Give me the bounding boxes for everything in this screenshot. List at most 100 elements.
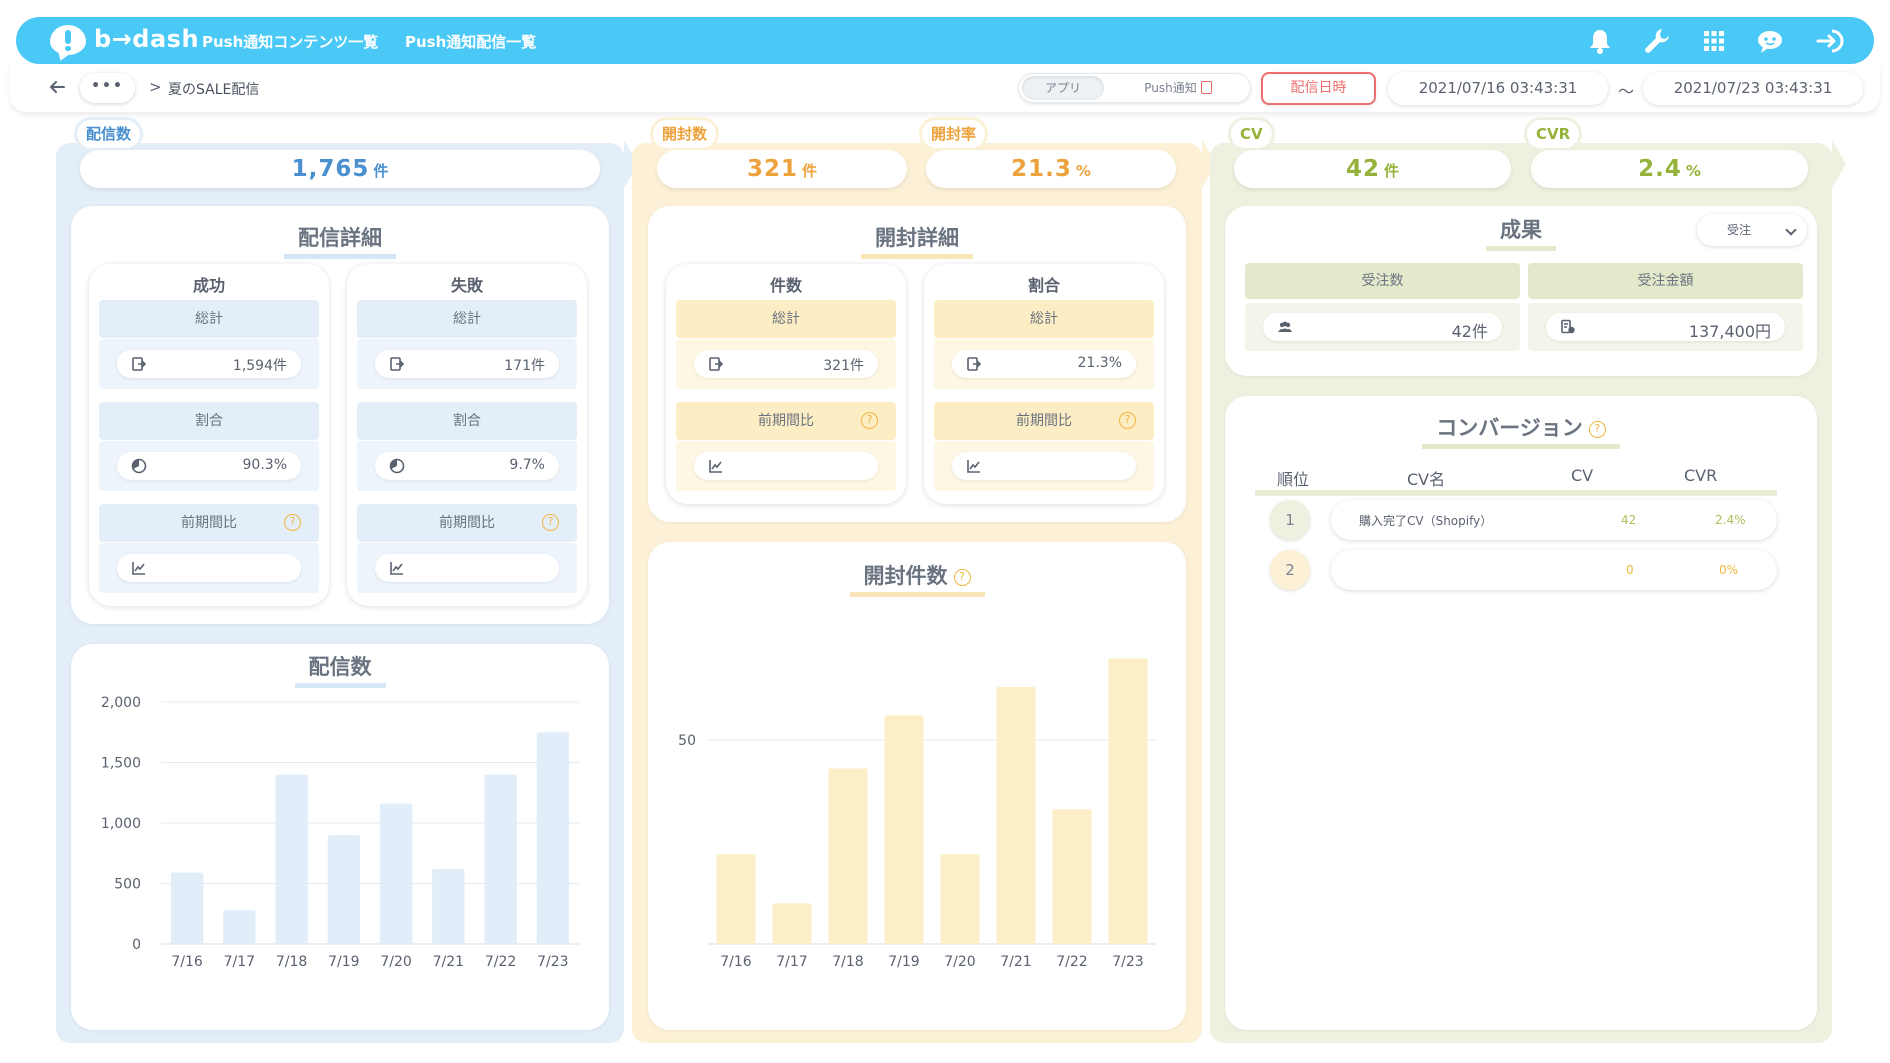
receipt-icon (1561, 319, 1575, 334)
logo-text: b→dash (94, 25, 200, 53)
wrench-icon[interactable] (1641, 25, 1673, 57)
conversion-row-2-cvr: 0% (1719, 563, 1739, 577)
date-to-field[interactable]: 2021/07/23 03:43:31 (1643, 72, 1863, 105)
orders-head: 受注数 (1245, 263, 1520, 299)
failure-ratio-head: 割合 (357, 402, 577, 440)
orders-row: 42件 (1245, 303, 1520, 351)
success-compare-label: 前期間比 (181, 515, 237, 531)
help-icon[interactable]: ? (861, 412, 878, 429)
nav-push-contents[interactable]: Push通知コンテンツ一覧 (202, 31, 378, 52)
delivery-date-button[interactable]: 配信日時 (1261, 72, 1376, 105)
results-select[interactable]: 受注 (1697, 214, 1807, 246)
segment-push[interactable]: Push通知 (1118, 76, 1238, 100)
conversion-row-2[interactable]: 0 0% (1331, 550, 1777, 590)
logout-icon[interactable] (1814, 25, 1846, 57)
conversion-header-rank: 順位 (1277, 470, 1310, 489)
success-card-title: 成功 (192, 276, 225, 295)
nav-push-deliveries[interactable]: Push通知配信一覧 (405, 31, 536, 52)
sub-bar: ••• > 夏のSALE配信 アプリ Push通知 配信日時 2021/07/1… (10, 64, 1880, 112)
help-icon[interactable]: ? (1119, 412, 1136, 429)
open-detail-panel: 開封詳細 件数 総計 321件 前期間比? 割合 総計 21.3% 前期間比 ? (648, 206, 1186, 522)
success-total-head: 総計 (99, 300, 319, 338)
bar (828, 768, 868, 944)
success-card: 成功 総計 1,594件 割合 90.3% 前期間比? (89, 264, 329, 606)
orders-pill: 42件 (1263, 313, 1502, 341)
open-count-card-title: 件数 (769, 276, 802, 295)
open-ratio-card: 割合 総計 21.3% 前期間比? (924, 264, 1164, 504)
cvr-unit: % (1685, 162, 1701, 180)
back-arrow-icon[interactable] (46, 76, 68, 98)
success-ratio-row: 90.3% (99, 441, 319, 491)
x-tick-label: 7/18 (276, 954, 307, 970)
failure-total-head: 総計 (357, 300, 577, 338)
failure-compare-pill (375, 554, 559, 582)
conversion-header-rule (1255, 490, 1777, 496)
grid-icon[interactable] (1698, 25, 1730, 57)
help-icon[interactable]: ? (1588, 421, 1606, 438)
open-ratio-total-row: 21.3% (934, 339, 1154, 389)
open-count-total-head: 総計 (676, 300, 896, 338)
failure-card: 失敗 総計 171件 割合 9.7% 前期間比? (347, 264, 587, 606)
delivery-detail-title: 配信詳細 (71, 222, 609, 259)
failure-compare-head: 前期間比? (357, 504, 577, 542)
x-tick-label: 7/22 (1056, 954, 1087, 970)
failure-compare-label: 前期間比 (439, 515, 495, 531)
open-count-compare-label: 前期間比 (758, 413, 814, 429)
bar (536, 732, 570, 944)
conversion-header-cv: CV (1571, 466, 1594, 485)
y-tick-label: 2,000 (101, 695, 141, 711)
conversion-row-1[interactable]: 購入完了CV（Shopify） 42 2.4% (1331, 500, 1777, 540)
cv-tag: CV (1231, 120, 1272, 148)
bell-icon[interactable] (1584, 25, 1616, 57)
conversion-row-1-cvr: 2.4% (1715, 513, 1746, 527)
bar (379, 803, 413, 944)
amount-pill: 137,400円 (1546, 313, 1785, 341)
pie-icon (131, 458, 147, 474)
results-select-value: 受注 (1727, 223, 1752, 237)
open-count-total-pill: 321件 (694, 350, 878, 378)
open-ratio-total-value: 21.3% (1077, 355, 1122, 371)
x-tick-label: 7/16 (171, 954, 203, 970)
users-icon (1278, 321, 1292, 332)
support-chat-icon[interactable] (1754, 25, 1786, 57)
sent-chart-panel: 配信数 2,000 1,500 1,000 500 0 7/16 7/17 7/18 7/19 7… (71, 644, 609, 1030)
open-ratio-total-head: 総計 (934, 300, 1154, 338)
y-tick-label: 1,500 (101, 756, 141, 772)
help-icon[interactable]: ? (284, 514, 301, 531)
failure-card-title: 失敗 (450, 276, 483, 295)
bar (1052, 809, 1092, 944)
date-from-field[interactable]: 2021/07/16 03:43:31 (1388, 72, 1608, 105)
failure-ratio-value: 9.7% (509, 457, 545, 473)
trend-chart-icon (967, 460, 980, 473)
x-tick-label: 7/20 (944, 954, 975, 970)
open-ratio-card-title: 割合 (1027, 276, 1060, 295)
open-count-chart: 50 7/16 7/17 7/18 7/19 7/20 7/21 7/22 7/23 (678, 658, 1156, 970)
more-button[interactable]: ••• (80, 73, 135, 103)
bar (275, 774, 308, 944)
success-total-pill: 1,594件 (117, 350, 301, 378)
x-tick-label: 7/19 (328, 954, 359, 970)
date-range-tilde: 〜 (1618, 82, 1635, 101)
bdash-logo[interactable]: b→dash (32, 21, 199, 61)
results-panel: 成果 受注 受注数 42件 受注金額 137,400円 (1225, 206, 1817, 376)
open-ratio-compare-head: 前期間比? (934, 402, 1154, 440)
cvr-value: 2.4 (1638, 156, 1682, 182)
failure-total-row: 171件 (357, 339, 577, 389)
success-compare-head: 前期間比? (99, 504, 319, 542)
bar (223, 910, 256, 944)
success-ratio-value: 90.3% (242, 457, 287, 473)
open-rate-tag: 開封率 (922, 120, 986, 148)
conversion-row-1-name: 購入完了CV（Shopify） (1359, 514, 1493, 528)
success-ratio-head: 割合 (99, 402, 319, 440)
bar (996, 686, 1036, 944)
x-tick-label: 7/23 (537, 954, 568, 970)
sent-count-unit: 件 (373, 162, 389, 180)
failure-ratio-pill: 9.7% (375, 452, 559, 480)
segment-app[interactable]: アプリ (1022, 76, 1104, 100)
open-count-value: 321 (746, 156, 798, 182)
help-icon[interactable]: ? (542, 514, 559, 531)
open-count-compare-head: 前期間比? (676, 402, 896, 440)
send-icon (709, 357, 724, 371)
breadcrumb-separator: > (149, 78, 162, 96)
send-icon (390, 357, 405, 371)
